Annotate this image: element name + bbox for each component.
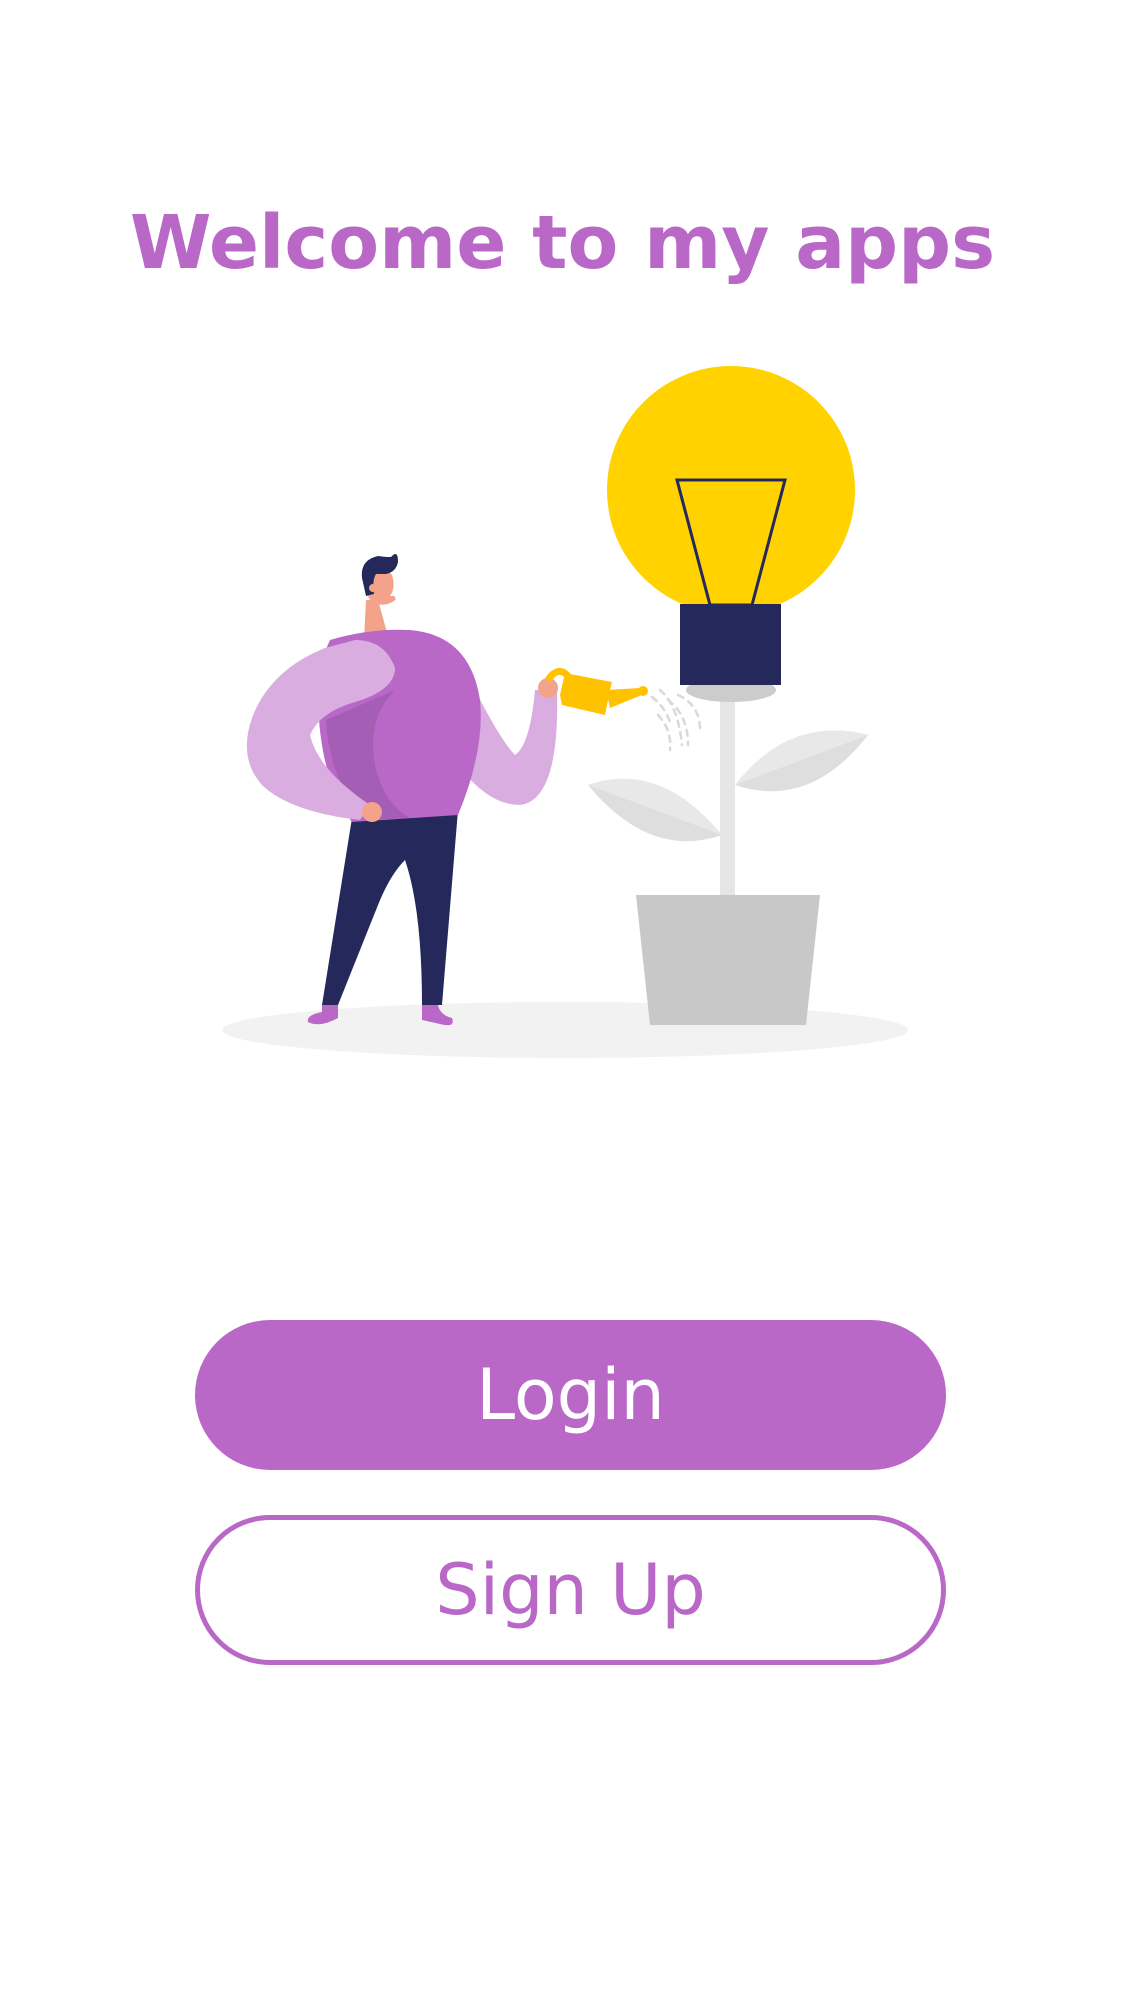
- person-legs: [322, 810, 458, 1005]
- person-hand-left: [362, 802, 382, 822]
- sign-up-button[interactable]: Sign Up: [195, 1515, 946, 1665]
- person-ear: [369, 584, 377, 592]
- plant-stem: [720, 690, 735, 895]
- illustration-person-watering-lightbulb-plant: [222, 366, 908, 1058]
- watering-can-body: [560, 673, 612, 715]
- water-drops: [650, 688, 702, 752]
- bulb-socket: [680, 604, 781, 685]
- login-button[interactable]: Login: [195, 1320, 946, 1470]
- plant-pot: [636, 895, 820, 1025]
- bulb-glass: [607, 366, 855, 614]
- watering-can: [545, 667, 648, 715]
- person-hand-right: [538, 678, 558, 698]
- person-figure: [246, 554, 558, 1026]
- welcome-title: Welcome to my apps: [129, 200, 996, 286]
- watering-can-rose: [638, 686, 648, 696]
